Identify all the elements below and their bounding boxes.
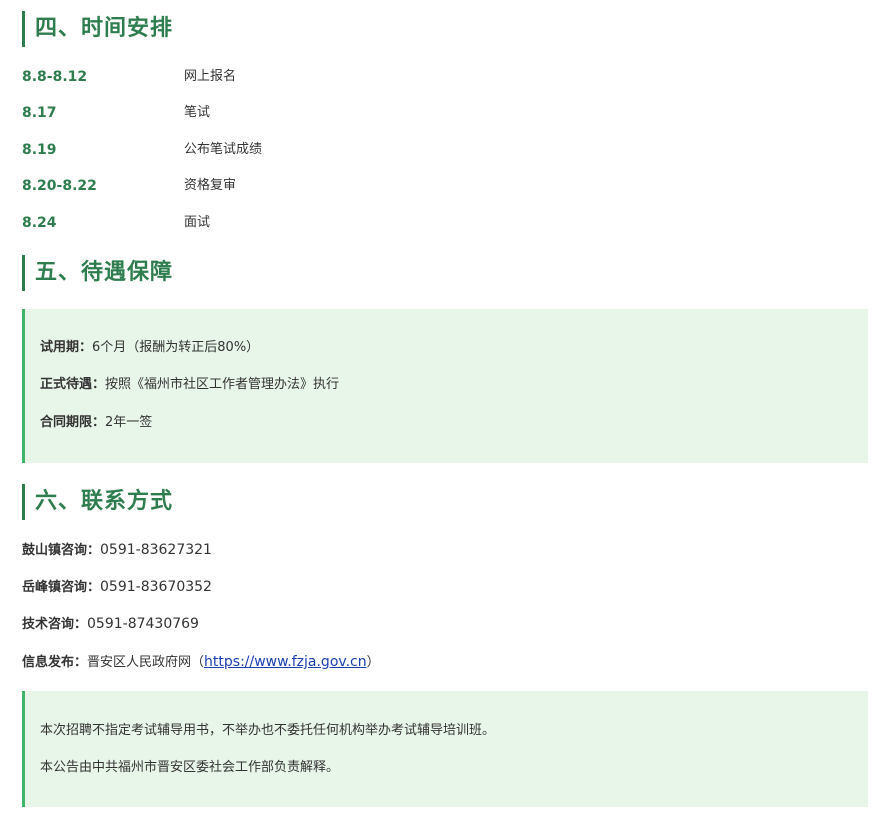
contact-phone: 0591-83670352 — [100, 579, 212, 595]
benefit-label: 合同期限： — [40, 415, 106, 430]
schedule-date: 8.20-8.22 — [22, 178, 97, 194]
schedule-event: 资格复审 — [184, 178, 237, 193]
notice-line: 本公告由中共福州市晋安区委社会工作部负责解释。 — [40, 760, 340, 775]
contact-phone: 0591-83627321 — [100, 542, 212, 558]
schedule-event: 笔试 — [184, 105, 211, 120]
benefit-item: 试用期：6个月（报酬为转正后80%） — [40, 338, 259, 358]
section-title-benefits: 五、待遇保障 — [22, 255, 173, 291]
section-title-contact: 六、联系方式 — [22, 484, 173, 520]
benefit-value: 按照《福州市社区工作者管理办法》执行 — [105, 377, 340, 392]
schedule-date: 8.19 — [22, 142, 57, 158]
schedule-date: 8.17 — [22, 105, 57, 121]
publish-suffix: ） — [366, 655, 380, 670]
benefit-value: 6个月（报酬为转正后80%） — [92, 340, 260, 355]
contact-phone: 0591-87430769 — [87, 616, 199, 632]
contact-item: 岳峰镇咨询：0591-83670352 — [22, 576, 212, 599]
notice-box: 本次招聘不指定考试辅导用书，不举办也不委托任何机构举办考试辅导培训班。 本公告由… — [22, 691, 868, 807]
publish-label: 信息发布： — [22, 655, 88, 670]
benefit-label: 试用期： — [40, 340, 93, 355]
schedule-date: 8.24 — [22, 215, 57, 231]
contact-label: 鼓山镇咨询： — [22, 543, 101, 558]
schedule-date: 8.8-8.12 — [22, 69, 88, 85]
publish-prefix: 晋安区人民政府网（ — [87, 655, 205, 670]
benefit-item: 正式待遇：按照《福州市社区工作者管理办法》执行 — [40, 375, 339, 395]
contact-label: 岳峰镇咨询： — [22, 580, 101, 595]
contact-item: 鼓山镇咨询：0591-83627321 — [22, 539, 212, 562]
benefit-value: 2年一签 — [105, 415, 153, 430]
contact-item: 技术咨询：0591-87430769 — [22, 613, 199, 636]
schedule-event: 网上报名 — [184, 69, 237, 84]
benefit-item: 合同期限：2年一签 — [40, 413, 152, 433]
benefit-label: 正式待遇： — [40, 377, 106, 392]
contact-label: 技术咨询： — [22, 617, 88, 632]
website-link[interactable]: https://www.fzja.gov.cn — [204, 654, 367, 670]
schedule-event: 面试 — [184, 215, 211, 230]
notice-line: 本次招聘不指定考试辅导用书，不举办也不委托任何机构举办考试辅导培训班。 — [40, 723, 496, 738]
section-title-schedule: 四、时间安排 — [22, 11, 173, 47]
schedule-event: 公布笔试成绩 — [184, 142, 263, 157]
publish-info: 信息发布：晋安区人民政府网（https://www.fzja.gov.cn） — [22, 651, 380, 674]
benefits-box: 试用期：6个月（报酬为转正后80%） 正式待遇：按照《福州市社区工作者管理办法》… — [22, 309, 868, 463]
